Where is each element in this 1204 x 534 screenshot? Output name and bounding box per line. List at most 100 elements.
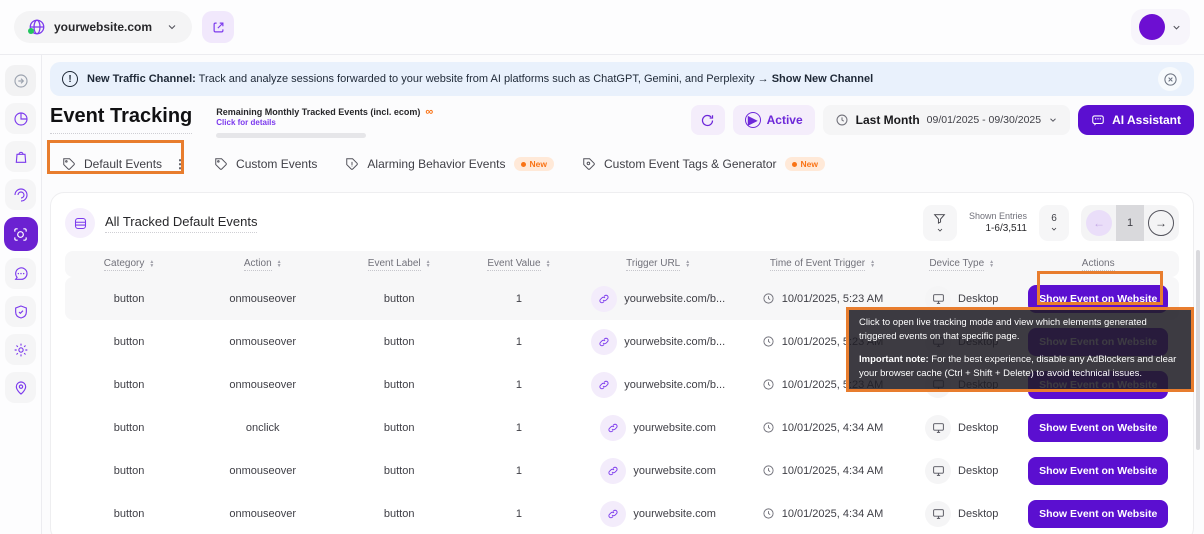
show-event-on-website-button[interactable]: Show Event on Website xyxy=(1028,285,1168,313)
sidebar-item-settings[interactable] xyxy=(5,334,36,365)
cell-action: onclick xyxy=(193,422,332,434)
close-icon xyxy=(1163,72,1178,87)
website-selector[interactable]: yourwebsite.com xyxy=(14,11,192,43)
refresh-button[interactable] xyxy=(691,105,725,135)
column-header[interactable]: Time of Event Trigger▲▼ xyxy=(745,258,901,271)
chevron-down-icon xyxy=(1171,22,1182,33)
badge-dot xyxy=(792,162,797,167)
monitor-icon xyxy=(925,458,951,484)
show-event-on-website-button[interactable]: Show Event on Website xyxy=(1028,457,1168,485)
column-header[interactable]: Actions▲▼ xyxy=(1023,258,1173,271)
quota-details-link[interactable]: Click for details xyxy=(216,118,433,127)
sidebar-item-visitors[interactable] xyxy=(5,372,36,403)
cell-event-label: button xyxy=(332,379,466,391)
user-menu[interactable] xyxy=(1131,9,1190,45)
link-icon[interactable] xyxy=(591,286,617,312)
clock-icon xyxy=(762,421,775,434)
cell-event-value: 1 xyxy=(466,465,572,477)
chevron-down-icon xyxy=(1050,225,1058,233)
location-pin-icon xyxy=(13,380,29,396)
tab-custom-event-tags-generator[interactable]: Custom Event Tags & Generator New xyxy=(582,157,825,171)
sidebar-item-analytics[interactable] xyxy=(5,103,36,134)
sidebar-item-ecommerce[interactable] xyxy=(5,141,36,172)
column-header[interactable]: Event Value▲▼ xyxy=(466,258,572,271)
table-row: button onmouseover button 1 yourwebsite.… xyxy=(65,363,1179,406)
tab-label: Default Events xyxy=(84,157,162,171)
column-header[interactable]: Device Type▲▼ xyxy=(900,258,1023,271)
sort-icon[interactable]: ▲▼ xyxy=(426,260,431,268)
show-event-on-website-button[interactable]: Show Event on Website xyxy=(1028,371,1168,399)
refresh-icon xyxy=(700,113,715,128)
tab-menu-dots[interactable]: ⋮ xyxy=(174,157,186,171)
play-icon: ▶ xyxy=(745,112,761,128)
main-content: ! New Traffic Channel: Track and analyze… xyxy=(42,55,1204,534)
cell-event-value: 1 xyxy=(466,379,572,391)
cell-event-label: button xyxy=(332,293,466,305)
sidebar-item-event-tracking[interactable] xyxy=(4,217,38,251)
tab-alarming-behavior-events[interactable]: Alarming Behavior Events New xyxy=(345,157,554,171)
sidebar-item-feedback[interactable] xyxy=(5,258,36,289)
column-header[interactable]: Category▲▼ xyxy=(65,258,193,271)
column-header[interactable]: Action▲▼ xyxy=(193,258,332,271)
ai-assistant-label: AI Assistant xyxy=(1112,113,1181,127)
ai-assistant-button[interactable]: AI Assistant xyxy=(1078,105,1194,135)
column-header[interactable]: Trigger URL▲▼ xyxy=(572,258,745,271)
cell-actions: Show Event on Website xyxy=(1023,328,1173,356)
show-event-on-website-button[interactable]: Show Event on Website xyxy=(1028,500,1168,528)
table-row: button onmouseover button 1 yourwebsite.… xyxy=(65,277,1179,320)
tab-custom-events[interactable]: Custom Events xyxy=(214,157,317,171)
sort-icon[interactable]: ▲▼ xyxy=(870,260,875,268)
link-icon[interactable] xyxy=(600,415,626,441)
show-event-on-website-button[interactable]: Show Event on Website xyxy=(1028,414,1168,442)
cell-event-label: button xyxy=(332,422,466,434)
cell-trigger-url: yourwebsite.com xyxy=(572,458,745,484)
page-title: Event Tracking xyxy=(50,105,192,134)
tab-label: Alarming Behavior Events xyxy=(367,157,505,171)
funnel-icon xyxy=(933,212,946,225)
date-range-selector[interactable]: Last Month 09/01/2025 - 09/30/2025 xyxy=(823,105,1070,135)
monitor-icon xyxy=(925,329,951,355)
table-row: button onmouseover button 1 yourwebsite.… xyxy=(65,449,1179,492)
show-event-on-website-button[interactable]: Show Event on Website xyxy=(1028,328,1168,356)
previous-page-button[interactable]: ← xyxy=(1086,210,1112,236)
period-label: Last Month xyxy=(856,113,920,127)
cell-time: 10/01/2025, 5:23 AM xyxy=(745,378,901,391)
show-new-channel-link[interactable]: Show New Channel xyxy=(772,73,873,85)
link-icon[interactable] xyxy=(600,501,626,527)
cell-actions: Show Event on Website xyxy=(1023,371,1173,399)
link-icon[interactable] xyxy=(600,458,626,484)
tab-default-events[interactable]: Default Events ⋮ xyxy=(62,157,186,171)
chevron-down-icon xyxy=(1048,115,1058,125)
table-title: All Tracked Default Events xyxy=(105,214,257,233)
open-website-button[interactable] xyxy=(202,11,234,43)
link-icon[interactable] xyxy=(591,329,617,355)
next-page-button[interactable]: → xyxy=(1148,210,1174,236)
monitor-icon xyxy=(925,415,951,441)
cell-action: onmouseover xyxy=(193,508,332,520)
sidebar-item-sessions[interactable] xyxy=(5,179,36,210)
cell-event-value: 1 xyxy=(466,422,572,434)
tracking-status-button[interactable]: ▶ Active xyxy=(733,105,815,135)
sort-icon[interactable]: ▲▼ xyxy=(685,260,690,268)
sort-icon[interactable]: ▲▼ xyxy=(149,260,154,268)
vertical-scrollbar[interactable] xyxy=(1196,250,1200,450)
shown-entries-value: 1-6/3,511 xyxy=(969,222,1027,235)
collapse-sidebar-icon[interactable] xyxy=(5,65,36,96)
current-page[interactable]: 1 xyxy=(1116,205,1144,241)
sort-icon[interactable]: ▲▼ xyxy=(277,260,282,268)
page-size-selector[interactable]: 6 xyxy=(1039,205,1069,241)
cell-device-type: Desktop xyxy=(900,501,1023,527)
sidebar-item-privacy[interactable] xyxy=(5,296,36,327)
header-controls: ▶ Active Last Month 09/01/2025 - 09/30/2… xyxy=(691,105,1194,135)
sort-icon[interactable]: ▲▼ xyxy=(989,260,994,268)
link-icon[interactable] xyxy=(591,372,617,398)
banner-close-button[interactable] xyxy=(1158,67,1182,91)
cell-event-label: button xyxy=(332,508,466,520)
shown-entries-label: Shown Entries xyxy=(969,211,1027,223)
cell-device-type: Desktop xyxy=(900,286,1023,312)
cell-device-type: Desktop xyxy=(900,329,1023,355)
filter-button[interactable] xyxy=(923,205,957,241)
column-header[interactable]: Event Label▲▼ xyxy=(332,258,466,271)
monitor-icon xyxy=(925,501,951,527)
sort-icon[interactable]: ▲▼ xyxy=(546,260,551,268)
